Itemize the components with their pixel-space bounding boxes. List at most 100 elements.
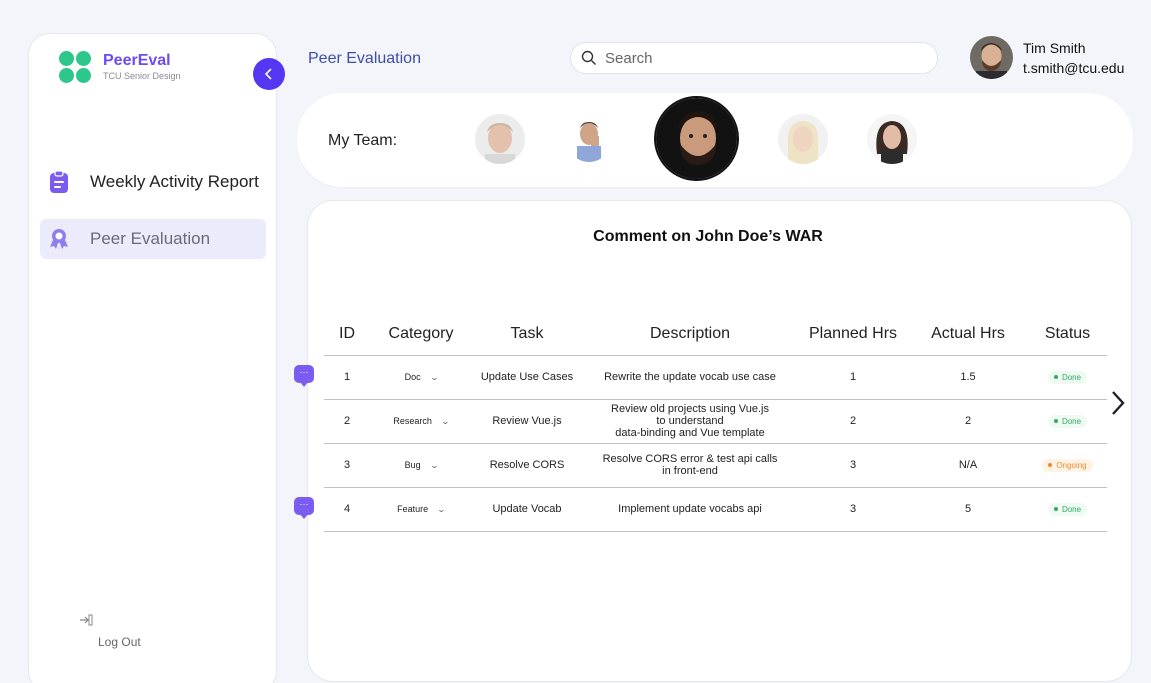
row-id: 1 xyxy=(343,371,351,383)
war-card: Comment on John Doe’s WAR ID Category Ta… xyxy=(294,200,1132,682)
sidebar-item-peer-evaluation[interactable]: Peer Evaluation xyxy=(40,219,266,259)
cell-description: Review old projects using Vue.js to unde… xyxy=(582,399,798,444)
collapse-sidebar-button[interactable] xyxy=(253,58,285,90)
sidebar-item-label: Weekly Activity Report xyxy=(90,172,259,191)
description-line: to understand xyxy=(656,415,724,427)
logout-icon xyxy=(79,614,141,629)
team-member-avatar[interactable] xyxy=(778,114,828,164)
cell-category: Doc ⌄ xyxy=(370,355,472,400)
description-line: Implement update vocabs api xyxy=(618,503,762,515)
team-label: My Team: xyxy=(328,132,398,149)
column-header-actual-hrs: Actual Hrs xyxy=(908,313,1028,356)
table-row: ··· 4 Feature ⌄ Update Vocab Implement up… xyxy=(294,487,1107,532)
comment-icon[interactable]: ··· xyxy=(294,496,314,519)
search-input[interactable] xyxy=(605,49,905,67)
team-member-avatar[interactable] xyxy=(566,114,612,162)
description-line: Review old projects using Vue.js xyxy=(611,403,769,415)
description-line: in front-end xyxy=(662,465,718,477)
war-title: Comment on John Doe’s WAR xyxy=(593,228,823,245)
award-icon xyxy=(48,227,70,251)
user-profile[interactable]: Tim Smith t.smith@tcu.edu xyxy=(970,36,1124,79)
cell-task: Review Vue.js xyxy=(472,399,582,444)
cell-status: Done xyxy=(1028,399,1107,444)
cell-category: Feature ⌄ xyxy=(370,487,472,532)
team-member-avatar[interactable] xyxy=(475,114,525,164)
cell-category: Bug ⌄ xyxy=(370,443,472,488)
category-value: Research xyxy=(393,416,432,426)
brand-name: PeerEval xyxy=(103,52,171,69)
status-badge: Done xyxy=(1047,502,1088,516)
logout-button[interactable]: Log Out xyxy=(79,614,141,649)
cell-planned-hrs: 3 xyxy=(798,443,908,488)
category-dropdown[interactable]: Doc ⌄ xyxy=(404,372,439,382)
peereval-logo-icon xyxy=(59,51,91,83)
column-header-description: Description xyxy=(582,313,798,356)
table-row: 3 Bug ⌄ Resolve CORS Resolve CORS error &… xyxy=(324,443,1107,488)
search-icon xyxy=(581,50,596,65)
column-header-status: Status xyxy=(1028,313,1107,356)
table-row: 2 Research ⌄ Review Vue.js Review old pro… xyxy=(324,399,1107,444)
column-header-category: Category xyxy=(370,313,472,356)
cell-actual-hrs: 2 xyxy=(908,399,1028,444)
description-line: data-binding and Vue template xyxy=(615,427,765,439)
cell-status: Done xyxy=(1028,487,1107,532)
row-id: 4 xyxy=(343,503,351,515)
brand-subtitle: TCU Senior Design xyxy=(103,71,181,81)
description-line: Rewrite the update vocab use case xyxy=(604,371,776,383)
chevron-down-icon: ⌄ xyxy=(440,416,450,426)
sidebar-item-label: Peer Evaluation xyxy=(90,229,211,248)
cell-status: Ongoing xyxy=(1028,443,1107,488)
team-member-avatar-selected[interactable] xyxy=(654,96,739,181)
user-email: t.smith@tcu.edu xyxy=(1023,59,1125,76)
chevron-down-icon: ⌄ xyxy=(436,504,447,514)
cell-description: Implement update vocabs api xyxy=(582,487,798,532)
cell-actual-hrs: N/A xyxy=(908,443,1028,488)
status-badge: Ongoing xyxy=(1042,458,1093,472)
comment-icon[interactable]: ··· xyxy=(294,364,314,387)
cell-planned-hrs: 2 xyxy=(798,399,908,444)
category-value: Feature xyxy=(397,504,429,514)
cell-planned-hrs: 1 xyxy=(798,355,908,400)
avatar[interactable] xyxy=(970,36,1013,79)
cell-id: 2 xyxy=(324,399,370,444)
cell-id: 3 xyxy=(324,443,370,488)
category-dropdown[interactable]: Research ⌄ xyxy=(393,416,450,426)
cell-task: Resolve CORS xyxy=(472,443,582,488)
user-name: Tim Smith xyxy=(1023,39,1086,56)
table-header-row: ID Category Task Description Planned Hrs… xyxy=(324,313,1107,356)
cell-task: Update Vocab xyxy=(472,487,582,532)
cell-status: Done xyxy=(1028,355,1107,400)
column-header-id: ID xyxy=(324,313,370,356)
cell-id: ··· 4 xyxy=(294,487,370,532)
status-badge: Done xyxy=(1047,414,1088,428)
category-dropdown[interactable]: Bug ⌄ xyxy=(404,460,439,470)
category-value: Bug xyxy=(404,460,421,470)
category-value: Doc xyxy=(404,372,421,382)
search-bar[interactable] xyxy=(570,42,938,74)
cell-category: Research ⌄ xyxy=(370,399,472,444)
table-row: ··· 1 Doc ⌄ Update Use Cases Rewrite the … xyxy=(294,355,1107,400)
column-header-planned-hrs: Planned Hrs xyxy=(798,313,908,356)
sidebar-item-weekly-activity-report[interactable]: Weekly Activity Report xyxy=(40,162,266,202)
war-table: ID Category Task Description Planned Hrs… xyxy=(294,313,1107,532)
chevron-down-icon: ⌄ xyxy=(429,460,439,470)
column-header-task: Task xyxy=(472,313,582,356)
status-badge: Done xyxy=(1047,370,1088,384)
cell-actual-hrs: 1.5 xyxy=(908,355,1028,400)
next-member-chevron-right-icon[interactable] xyxy=(1110,390,1126,423)
chevron-down-icon: ⌄ xyxy=(429,372,439,382)
cell-actual-hrs: 5 xyxy=(908,487,1028,532)
sidebar: PeerEval TCU Senior Design Weekly Activi… xyxy=(28,33,285,683)
team-bar: My Team: xyxy=(297,93,1133,187)
team-member-avatar[interactable] xyxy=(867,114,917,164)
cell-id: ··· 1 xyxy=(294,355,370,400)
page-title: Peer Evaluation xyxy=(308,50,421,67)
category-dropdown[interactable]: Feature ⌄ xyxy=(397,504,447,514)
brand[interactable]: PeerEval TCU Senior Design xyxy=(59,51,181,83)
clipboard-icon xyxy=(48,170,70,194)
cell-task: Update Use Cases xyxy=(472,355,582,400)
chevron-left-icon xyxy=(264,68,272,80)
cell-description: Resolve CORS error & test api calls in f… xyxy=(582,443,798,488)
logout-label: Log Out xyxy=(98,635,141,649)
description-line: Resolve CORS error & test api calls xyxy=(602,453,778,465)
